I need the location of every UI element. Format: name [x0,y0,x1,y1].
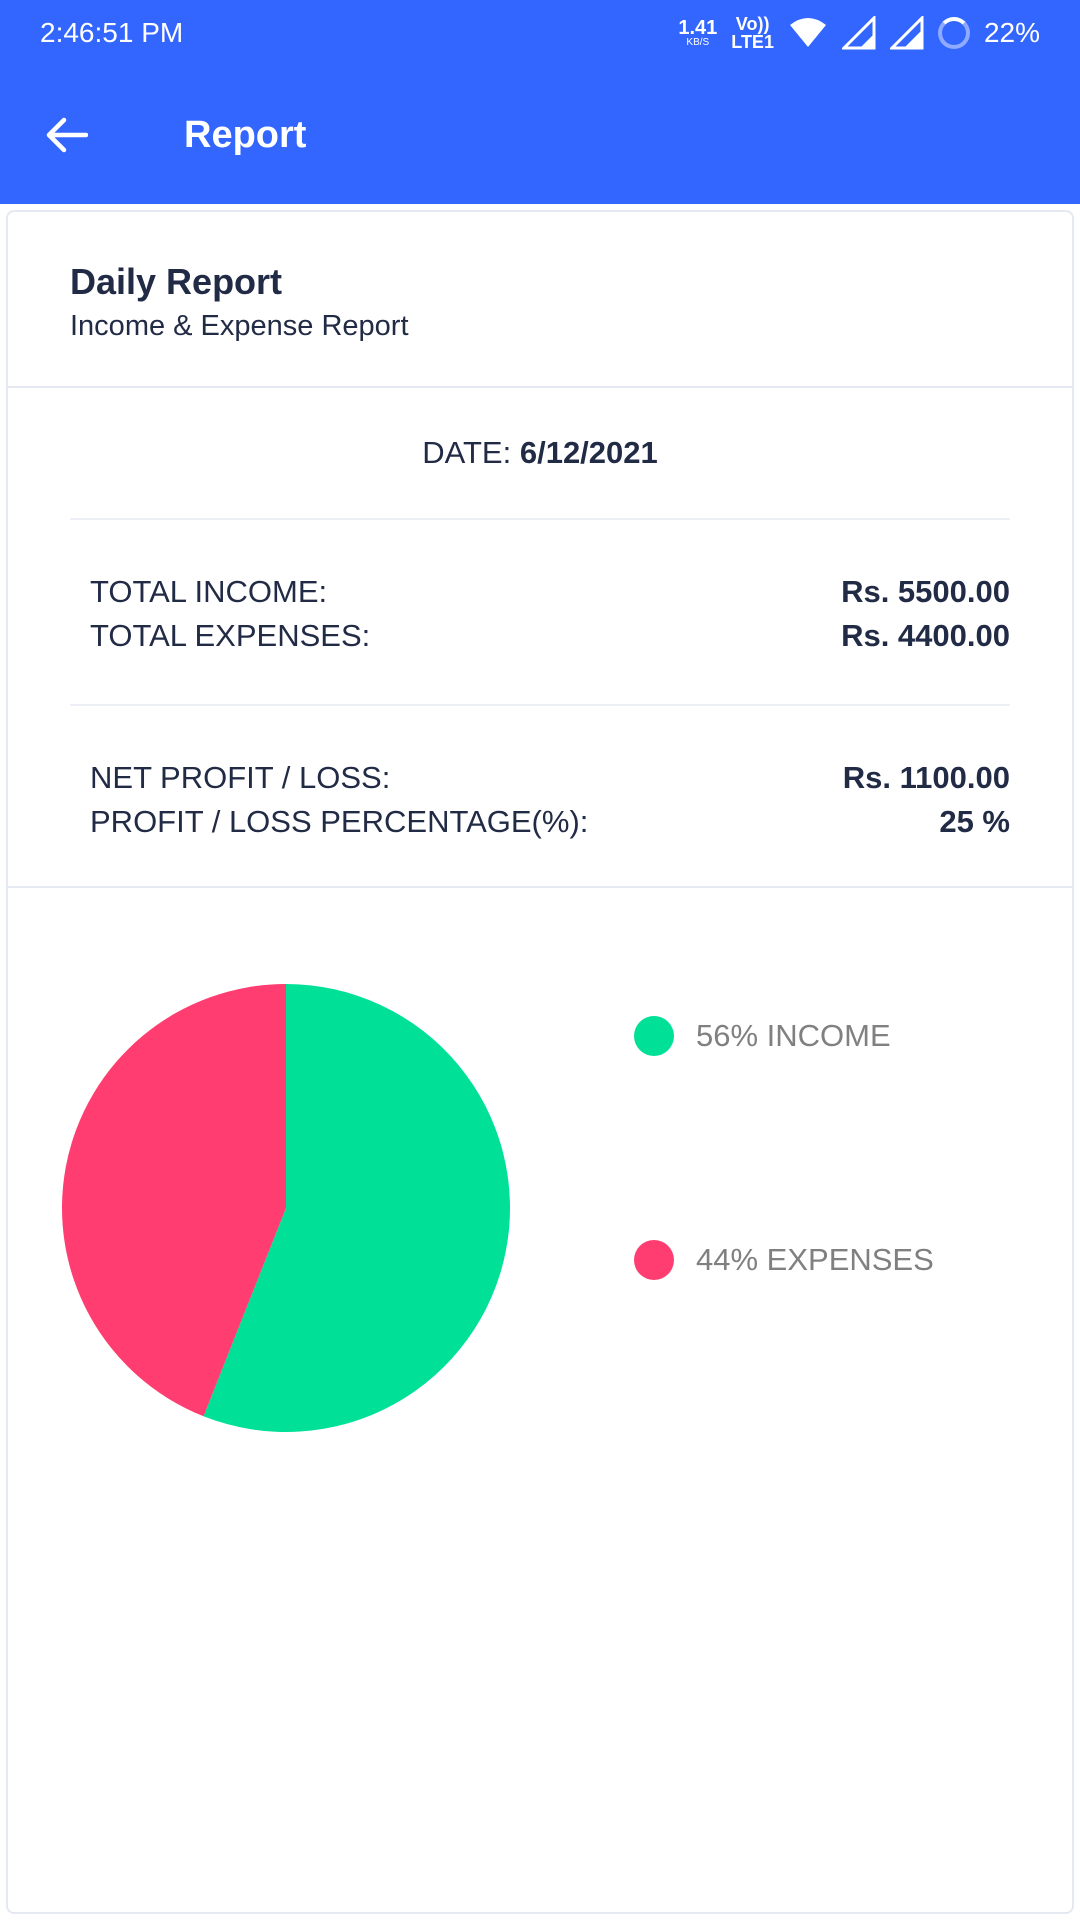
network-speed-value: 1.41 [678,17,718,39]
signal-icon-2 [889,16,924,50]
battery-icon [937,17,970,49]
status-time: 2:46:51 PM [40,17,184,48]
date-value: 6/12/2021 [519,435,658,470]
profit-percentage-value: 25 % [939,804,1010,839]
report-card: Daily Report Income & Expense Report DAT… [6,210,1074,1914]
page-title: Report [184,113,307,156]
report-subtitle: Income & Expense Report [70,310,409,342]
legend-item-income: 56% INCOME [634,1010,934,1062]
legend-item-expenses: 44% EXPENSES [634,1234,934,1286]
report-title: Daily Report [70,261,283,302]
totals-block: TOTAL INCOME: Rs. 5500.00 TOTAL EXPENSES… [70,520,1010,706]
net-profit-value: Rs. 1100.00 [842,760,1010,795]
legend-dot-expenses [634,1240,674,1280]
legend-label-expenses: 44% EXPENSES [696,1242,934,1277]
card-header: Daily Report Income & Expense Report [8,212,1072,388]
back-button[interactable] [6,66,126,204]
status-icons: 1.41 KB/S Vo)) LTE1 22% [678,15,1040,51]
profit-percentage-label: PROFIT / LOSS PERCENTAGE(%): [90,804,589,839]
wifi-icon [789,18,826,47]
total-income-value: Rs. 5500.00 [841,574,1010,609]
total-income-row: TOTAL INCOME: Rs. 5500.00 [90,570,1010,614]
total-expenses-value: Rs. 4400.00 [841,618,1010,653]
battery-level: 22% [983,17,1040,48]
legend-label-income: 56% INCOME [696,1018,891,1053]
report-body: DATE: 6/12/2021 TOTAL INCOME: Rs. 5500.0… [8,388,1072,888]
chart-area: 56% INCOME 44% EXPENSES [8,888,1072,1908]
volte-indicator: Vo)) LTE1 [731,15,774,51]
legend-dot-income [634,1016,674,1056]
date-row: DATE: 6/12/2021 [70,388,1010,520]
total-expenses-label: TOTAL EXPENSES: [90,618,371,653]
profit-block: NET PROFIT / LOSS: Rs. 1100.00 PROFIT / … [70,706,1010,844]
app-bar: Report [0,66,1080,204]
signal-icon [841,16,876,50]
net-profit-row: NET PROFIT / LOSS: Rs. 1100.00 [90,756,1010,800]
pie-chart [61,984,510,1432]
lte-label: LTE1 [731,32,774,52]
network-speed-unit: KB/S [686,37,710,48]
date-label: DATE: [422,435,520,470]
chart-legend: 56% INCOME 44% EXPENSES [634,1010,934,1458]
network-speed: 1.41 KB/S [678,18,717,48]
net-profit-label: NET PROFIT / LOSS: [90,760,391,795]
arrow-left-icon [46,117,88,153]
total-income-label: TOTAL INCOME: [90,574,328,609]
total-expenses-row: TOTAL EXPENSES: Rs. 4400.00 [90,614,1010,658]
volte-label: Vo)) [735,14,770,34]
status-bar: 2:46:51 PM 1.41 KB/S Vo)) LTE1 22% [0,0,1080,66]
profit-percentage-row: PROFIT / LOSS PERCENTAGE(%): 25 % [90,800,1010,844]
